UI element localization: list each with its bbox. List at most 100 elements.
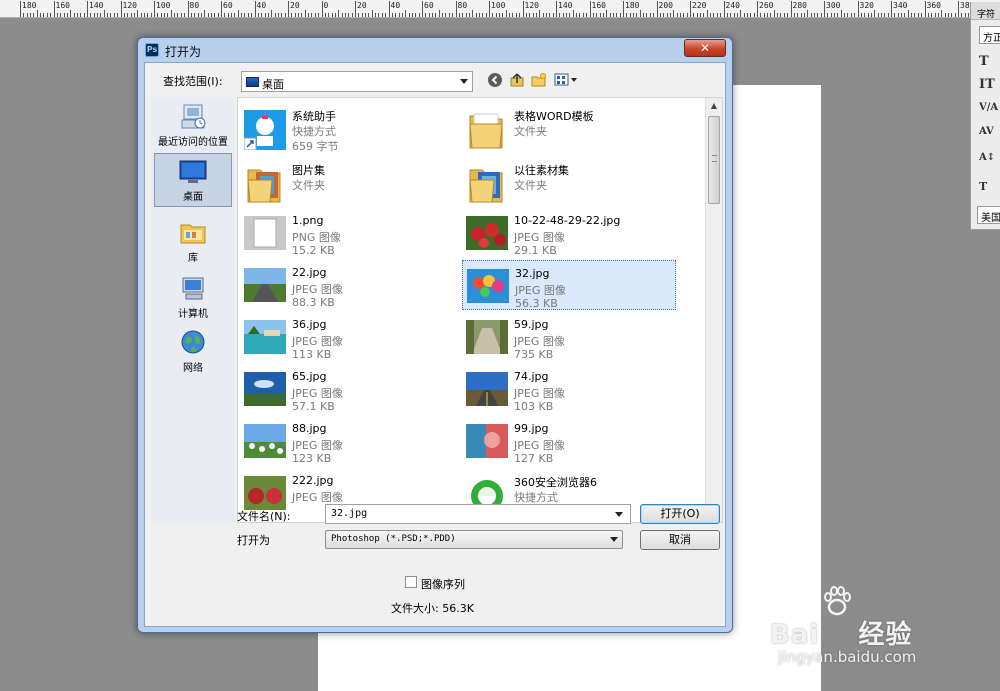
road-thumbnail xyxy=(244,268,286,302)
ruler-minor-tick xyxy=(267,13,269,17)
close-button[interactable]: ✕ xyxy=(684,39,726,57)
file-list[interactable]: 系统助手 快捷方式 659 字节 表格WORD模板 文件夹 图片集 文件夹 以往… xyxy=(237,97,723,523)
kerning-icon[interactable]: V/A xyxy=(979,102,1000,113)
ruler-minor-tick xyxy=(194,13,196,17)
file-item-22-jpg[interactable]: 22.jpg JPEG 图像 88.3 KB xyxy=(240,260,454,310)
file-type: JPEG 图像 xyxy=(514,335,565,348)
ruler-minor-tick xyxy=(40,13,42,17)
filename-input[interactable]: 32.jpg xyxy=(325,504,631,524)
ruler-minor-tick xyxy=(475,13,477,17)
ruler-major-tick xyxy=(489,1,490,17)
vertical-scale-icon[interactable]: IT xyxy=(979,77,1000,92)
open-button[interactable]: 打开(O) xyxy=(640,504,720,524)
ruler-label: 140 xyxy=(558,1,573,10)
ruler-minor-tick xyxy=(897,13,899,17)
file-item-99-jpg[interactable]: 99.jpg JPEG 图像 127 KB xyxy=(462,416,676,466)
language-field[interactable]: 美国 xyxy=(977,206,1000,224)
ruler-major-tick xyxy=(20,1,21,17)
file-item-74-jpg[interactable]: 74.jpg JPEG 图像 103 KB xyxy=(462,364,676,414)
file-item-65-jpg[interactable]: 65.jpg JPEG 图像 57.1 KB xyxy=(240,364,454,414)
font-size-icon[interactable]: T xyxy=(979,54,1000,69)
file-item-10-22-48-29-22-jpg[interactable]: 10-22-48-29-22.jpg JPEG 图像 29.1 KB xyxy=(462,208,676,258)
file-type: JPEG 图像 xyxy=(514,231,565,244)
file-item-1-png[interactable]: 1.png PNG 图像 15.2 KB xyxy=(240,208,454,258)
ruler-minor-tick xyxy=(448,13,450,17)
place-network[interactable]: 网络 xyxy=(154,325,232,379)
ruler-minor-tick xyxy=(666,13,668,17)
character-panel: 字符 方正 T IT V/A AV A↕ T 美国 xyxy=(970,2,1000,230)
ruler-minor-tick xyxy=(914,13,916,17)
view-menu-icon[interactable] xyxy=(553,72,579,90)
scroll-up-icon[interactable]: ▲ xyxy=(706,98,722,114)
ruler-minor-tick xyxy=(63,13,65,17)
file-item-36-jpg[interactable]: 36.jpg JPEG 图像 113 KB xyxy=(240,312,454,362)
ruler-minor-tick xyxy=(344,13,346,17)
file-item-picture-collection[interactable]: 图片集 文件夹 xyxy=(240,156,454,206)
file-item-88-jpg[interactable]: 88.jpg JPEG 图像 123 KB xyxy=(240,416,454,466)
ruler-minor-tick xyxy=(405,10,407,17)
ruler-minor-tick xyxy=(800,13,802,17)
file-item-system-helper[interactable]: 系统助手 快捷方式 659 字节 xyxy=(240,102,454,153)
ruler-minor-tick xyxy=(418,13,420,17)
file-list-scrollbar[interactable]: ▲ ▼ xyxy=(705,98,722,522)
ruler-minor-tick xyxy=(478,13,480,17)
file-item-59-jpg[interactable]: 59.jpg JPEG 图像 735 KB xyxy=(462,312,676,362)
ruler-minor-tick xyxy=(311,13,313,17)
image-sequence-label: 图像序列 xyxy=(421,578,465,591)
character-panel-title[interactable]: 字符 xyxy=(971,2,1000,20)
faux-bold-icon[interactable]: T xyxy=(979,180,1000,193)
ruler-minor-tick xyxy=(760,13,762,17)
ruler-minor-tick xyxy=(204,10,206,17)
ruler-major-tick xyxy=(924,1,926,17)
file-item-32-jpg[interactable]: 32.jpg JPEG 图像 56.3 KB xyxy=(462,260,676,310)
place-computer[interactable]: 计算机 xyxy=(154,271,232,325)
ruler-minor-tick xyxy=(636,13,638,17)
new-folder-icon[interactable] xyxy=(530,72,548,90)
dialog-titlebar[interactable]: Ps 打开为 ✕ xyxy=(138,38,732,62)
back-icon[interactable] xyxy=(486,72,504,90)
place-recent[interactable]: 最近访问的位置 xyxy=(154,99,232,153)
ruler-minor-tick xyxy=(76,13,78,17)
watermark-url: jingyan.baidu.com xyxy=(778,648,917,666)
ruler-label: 20 xyxy=(357,1,367,10)
file-type: 文件夹 xyxy=(514,125,547,138)
ruler-minor-tick xyxy=(941,10,943,17)
ruler-minor-tick xyxy=(56,13,58,17)
baseline-shift-icon[interactable]: A↕ xyxy=(979,152,1000,163)
ruler-minor-tick xyxy=(619,13,621,17)
ruler-minor-tick xyxy=(626,13,628,17)
open-as-format-value: Photoshop (*.PSD;*.PDD) xyxy=(331,534,456,544)
ruler-minor-tick xyxy=(887,13,889,17)
ruler-minor-tick xyxy=(683,13,685,17)
file-item-table-word-template[interactable]: 表格WORD模板 文件夹 xyxy=(462,102,676,152)
place-label: 桌面 xyxy=(183,192,203,203)
watermark-brand: Baidu经验 xyxy=(770,620,913,650)
up-folder-icon[interactable] xyxy=(508,72,526,90)
chevron-down-icon[interactable] xyxy=(615,512,623,517)
ruler-minor-tick xyxy=(693,13,695,17)
open-as-format-dropdown[interactable]: Photoshop (*.PSD;*.PDD) xyxy=(325,530,623,549)
scrollbar-thumb[interactable] xyxy=(708,116,720,204)
ruler-minor-tick xyxy=(639,10,641,17)
place-desktop[interactable]: 桌面 xyxy=(154,153,232,207)
ruler-label: 120 xyxy=(524,1,539,10)
ruler-label: 0 xyxy=(323,1,329,10)
ruler-minor-tick xyxy=(867,13,869,17)
image-sequence-checkbox[interactable] xyxy=(405,576,417,588)
highway-thumbnail xyxy=(466,372,508,406)
place-libraries[interactable]: 库 xyxy=(154,215,232,269)
ruler-label: 160 xyxy=(55,1,70,10)
lookin-dropdown[interactable]: 桌面 xyxy=(241,71,473,92)
cancel-button[interactable]: 取消 xyxy=(640,530,720,550)
ruler-minor-tick xyxy=(314,13,316,17)
font-family-field[interactable]: 方正 xyxy=(979,26,1000,44)
ruler-minor-tick xyxy=(874,10,876,17)
top-ruler: 180 160 140 120 100 80 60 40 20 0 20 40 60 80 100 120 14… xyxy=(0,0,1000,18)
ruler-minor-tick xyxy=(395,13,397,17)
file-item-past-materials[interactable]: 以往素材集 文件夹 xyxy=(462,156,676,206)
ruler-minor-tick xyxy=(803,13,805,17)
tracking-icon[interactable]: AV xyxy=(979,126,1000,137)
ruler-minor-tick xyxy=(351,13,353,17)
ruler-minor-tick xyxy=(324,13,326,17)
ruler-minor-tick xyxy=(331,13,333,17)
